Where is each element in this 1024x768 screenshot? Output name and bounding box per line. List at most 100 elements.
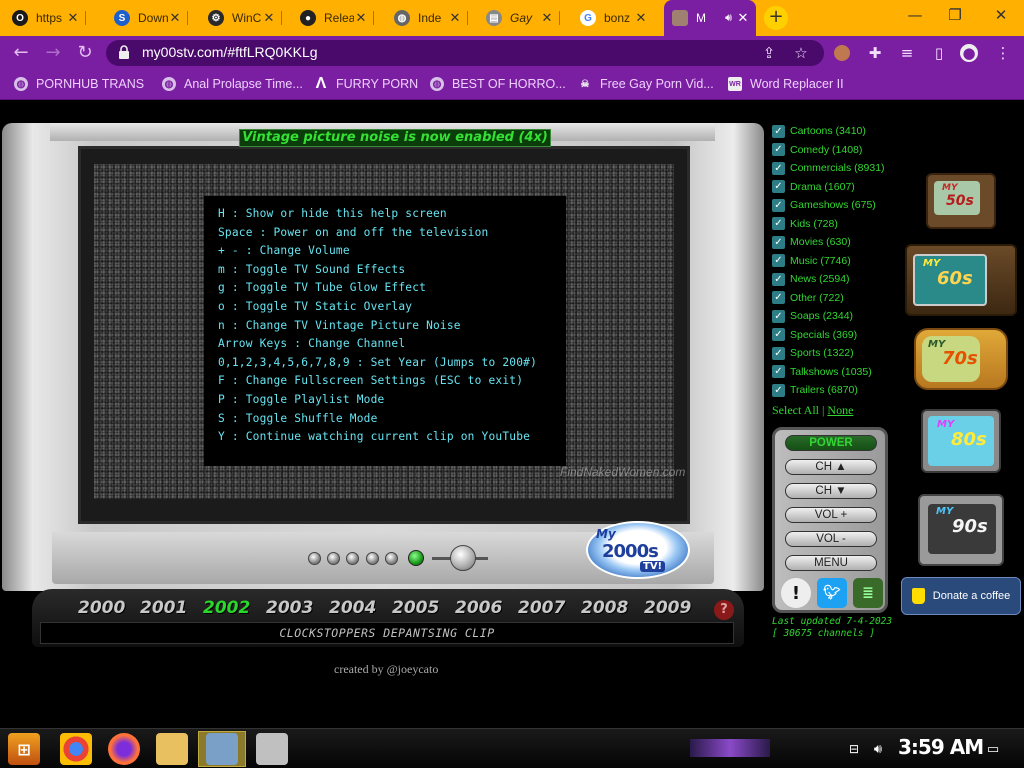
notifications-icon[interactable]: ▭ — [982, 733, 1004, 765]
tab[interactable]: ● Relea ✕ — [292, 3, 374, 33]
channel-item[interactable]: ✓ Commercials (8931) — [772, 159, 902, 178]
checkbox-icon[interactable]: ✓ — [772, 217, 785, 231]
star-icon[interactable]: ☆ — [792, 44, 810, 62]
year-2005[interactable]: 2005 — [392, 598, 439, 618]
checkbox-icon[interactable]: ✓ — [772, 180, 785, 194]
tv-button[interactable] — [308, 552, 321, 565]
computer-icon[interactable] — [206, 733, 238, 765]
close-icon[interactable]: ✕ — [448, 10, 462, 26]
tv-button[interactable] — [366, 552, 379, 565]
puzzle-icon[interactable]: ✚ — [866, 44, 884, 62]
checkbox-icon[interactable]: ✓ — [772, 143, 785, 157]
checkbox-icon[interactable]: ✓ — [772, 365, 785, 379]
decade-80s-tv[interactable]: MY 80s — [921, 409, 1001, 473]
menu-dots-icon[interactable]: ⋮ — [994, 44, 1012, 62]
start-button-icon[interactable]: ⊞ — [8, 733, 40, 765]
folder-icon[interactable] — [156, 733, 188, 765]
tab[interactable]: O https ✕ — [4, 3, 86, 33]
decade-70s-tv[interactable]: MY 70s — [914, 328, 1008, 390]
year-2002[interactable]: 2002 — [203, 598, 250, 618]
checkbox-icon[interactable]: ✓ — [772, 328, 785, 342]
close-icon[interactable]: ✕ — [262, 10, 276, 26]
sidepanel-icon[interactable]: ▯ — [930, 44, 948, 62]
close-icon[interactable]: ✕ — [634, 10, 648, 26]
donate-coffee-button[interactable]: Donate a coffee — [901, 577, 1021, 615]
decade-50s-tv[interactable]: MY 50s — [926, 173, 996, 229]
close-icon[interactable]: ✕ — [736, 10, 750, 26]
year-2009[interactable]: 2009 — [644, 598, 691, 618]
media-icon[interactable]: ≡ — [898, 44, 916, 62]
year-2001[interactable]: 2001 — [140, 598, 187, 618]
select-none-link[interactable]: None — [827, 403, 853, 417]
channel-item[interactable]: ✓ Other (722) — [772, 289, 902, 308]
checkbox-icon[interactable]: ✓ — [772, 272, 785, 286]
checkbox-icon[interactable]: ✓ — [772, 124, 785, 138]
power-button[interactable]: POWER — [785, 435, 877, 451]
close-icon[interactable]: ✕ — [66, 10, 80, 26]
bookmark[interactable]: ◍ Anal Prolapse Time... — [162, 77, 303, 91]
bookmark[interactable]: WR Word Replacer II — [728, 77, 844, 91]
minimize-icon[interactable]: — — [900, 6, 930, 24]
volume-down-button[interactable]: VOL - — [785, 531, 877, 547]
decade-90s-tv[interactable]: MY 90s — [918, 494, 1004, 566]
speaker-icon[interactable]: 🔊︎ — [725, 12, 732, 25]
playlist-icon[interactable]: ≣ — [853, 578, 883, 608]
channel-item[interactable]: ✓ Sports (1322) — [772, 344, 902, 363]
channel-item[interactable]: ✓ Comedy (1408) — [772, 141, 902, 160]
channel-item[interactable]: ✓ Soaps (2344) — [772, 307, 902, 326]
channel-item[interactable]: ✓ Kids (728) — [772, 215, 902, 234]
channel-item[interactable]: ✓ Gameshows (675) — [772, 196, 902, 215]
close-window-icon[interactable]: ✕ — [986, 6, 1016, 24]
year-2008[interactable]: 2008 — [581, 598, 628, 618]
year-2006[interactable]: 2006 — [455, 598, 502, 618]
tv-power-knob[interactable] — [450, 545, 476, 571]
checkbox-icon[interactable]: ✓ — [772, 383, 785, 397]
channel-down-button[interactable]: CH ▼ — [785, 483, 877, 499]
close-icon[interactable]: ✕ — [168, 10, 182, 26]
close-icon[interactable]: ✕ — [354, 10, 368, 26]
reload-icon[interactable]: ↻ — [74, 42, 96, 64]
volume-icon[interactable]: 🔊︎ — [868, 733, 888, 765]
tab[interactable]: ⚙ WinC ✕ — [200, 3, 282, 33]
close-icon[interactable]: ✕ — [540, 10, 554, 26]
checkbox-icon[interactable]: ✓ — [772, 235, 785, 249]
channel-item[interactable]: ✓ Music (7746) — [772, 252, 902, 271]
twitter-icon[interactable]: 🐦︎ — [817, 578, 847, 608]
year-2000[interactable]: 2000 — [78, 598, 125, 618]
forward-icon[interactable]: → — [42, 42, 64, 64]
tv-button[interactable] — [385, 552, 398, 565]
checkbox-icon[interactable]: ✓ — [772, 291, 785, 305]
tv-button[interactable] — [346, 552, 359, 565]
select-all-link[interactable]: Select All — [772, 403, 819, 417]
channel-item[interactable]: ✓ Cartoons (3410) — [772, 122, 902, 141]
new-tab-button[interactable]: + — [764, 6, 788, 30]
bookmark[interactable]: ◍ BEST OF HORRO... — [430, 77, 566, 91]
checkbox-icon[interactable]: ✓ — [772, 309, 785, 323]
extension-avatar-icon[interactable] — [834, 45, 850, 61]
network-icon[interactable]: ⊟ — [844, 733, 864, 765]
bookmark[interactable]: ◍ PORNHUB TRANS — [14, 77, 144, 91]
channel-up-button[interactable]: CH ▲ — [785, 459, 877, 475]
year-2007[interactable]: 2007 — [518, 598, 565, 618]
back-icon[interactable]: ← — [10, 42, 32, 64]
menu-button[interactable]: MENU — [785, 555, 877, 571]
year-2004[interactable]: 2004 — [329, 598, 376, 618]
tab[interactable]: S Down ✕ — [106, 3, 188, 33]
decade-60s-tv[interactable]: MY 60s — [905, 244, 1017, 316]
channel-item[interactable]: ✓ Movies (630) — [772, 233, 902, 252]
tv-button[interactable] — [327, 552, 340, 565]
credits[interactable]: created by @joeycato — [334, 662, 438, 677]
address-bar[interactable]: my00stv.com/#ftfLRQ0KKLg ⇪ ☆ — [106, 40, 824, 66]
checkbox-icon[interactable]: ✓ — [772, 346, 785, 360]
channel-item[interactable]: ✓ Specials (369) — [772, 326, 902, 345]
help-button[interactable]: ? — [714, 600, 734, 620]
channel-item[interactable]: ✓ Talkshows (1035) — [772, 363, 902, 382]
share-icon[interactable]: ⇪ — [760, 44, 778, 62]
tab-active[interactable]: M 🔊︎ ✕ — [664, 0, 756, 36]
checkbox-icon[interactable]: ✓ — [772, 254, 785, 268]
bookmark[interactable]: ☠ Free Gay Porn Vid... — [578, 77, 714, 91]
channel-item[interactable]: ✓ Trailers (6870) — [772, 381, 902, 400]
chrome-icon[interactable] — [60, 733, 92, 765]
tab[interactable]: G bonz ✕ — [572, 3, 654, 33]
clock[interactable]: 3:59 AM — [898, 735, 984, 759]
